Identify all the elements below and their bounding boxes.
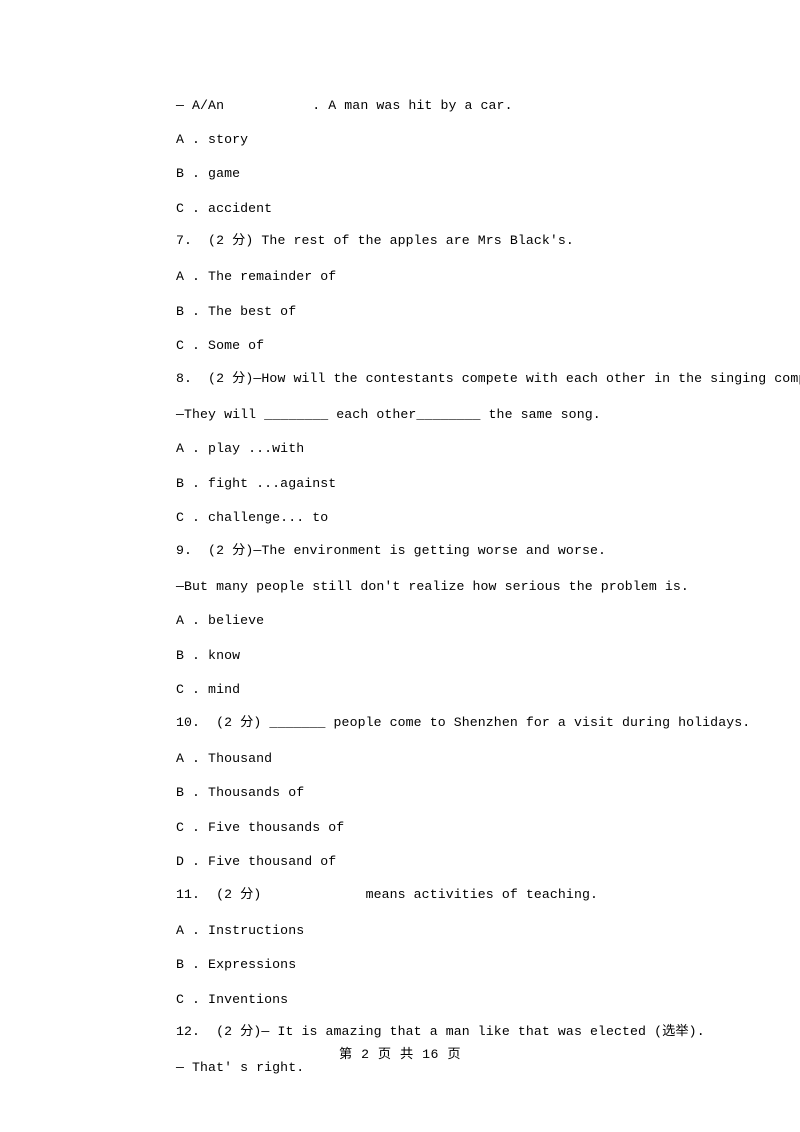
question-stem-continued: —But many people still don't realize how… [176, 579, 689, 594]
question-stem: 12. (2 分)— It is amazing that a man like… [176, 1024, 705, 1039]
option-c: C . challenge... to [176, 510, 329, 525]
option-a: A . Thousand [176, 751, 273, 766]
option-b: B . Expressions [176, 957, 297, 972]
option-c: C . Inventions [176, 992, 289, 1007]
option-c: C . Some of [176, 338, 265, 353]
option-a: A . play ...with [176, 441, 305, 456]
option-b: B . game [176, 166, 241, 181]
option-b: B . The best of [176, 304, 297, 319]
option-b: B . know [176, 648, 241, 663]
option-a: A . Instructions [176, 923, 305, 938]
page-footer: 第 2 页 共 16 页 [338, 1047, 462, 1062]
option-a: A . story [176, 132, 249, 147]
question-stem-continued: — That' s right. [176, 1060, 305, 1075]
option-a: A . believe [176, 613, 265, 628]
option-c: C . mind [176, 682, 241, 697]
question-stem: 11. (2 分) means activities of teaching. [176, 887, 598, 902]
question-stem: — A/An . A man was hit by a car. [176, 98, 513, 113]
option-c: C . accident [176, 201, 273, 216]
option-b: B . fight ...against [176, 476, 337, 491]
question-stem: 10. (2 分) _______ people come to Shenzhe… [176, 715, 751, 730]
question-stem: 8. (2 分)—How will the contestants compet… [176, 371, 800, 386]
question-stem: 7. (2 分) The rest of the apples are Mrs … [176, 233, 574, 248]
option-c: C . Five thousands of [176, 820, 345, 835]
document-page: — A/An . A man was hit by a car. A . sto… [0, 0, 800, 1132]
question-stem-continued: —They will ________ each other________ t… [176, 407, 601, 422]
option-a: A . The remainder of [176, 269, 337, 284]
option-b: B . Thousands of [176, 785, 305, 800]
question-stem: 9. (2 分)—The environment is getting wors… [176, 543, 607, 558]
option-d: D . Five thousand of [176, 854, 337, 869]
